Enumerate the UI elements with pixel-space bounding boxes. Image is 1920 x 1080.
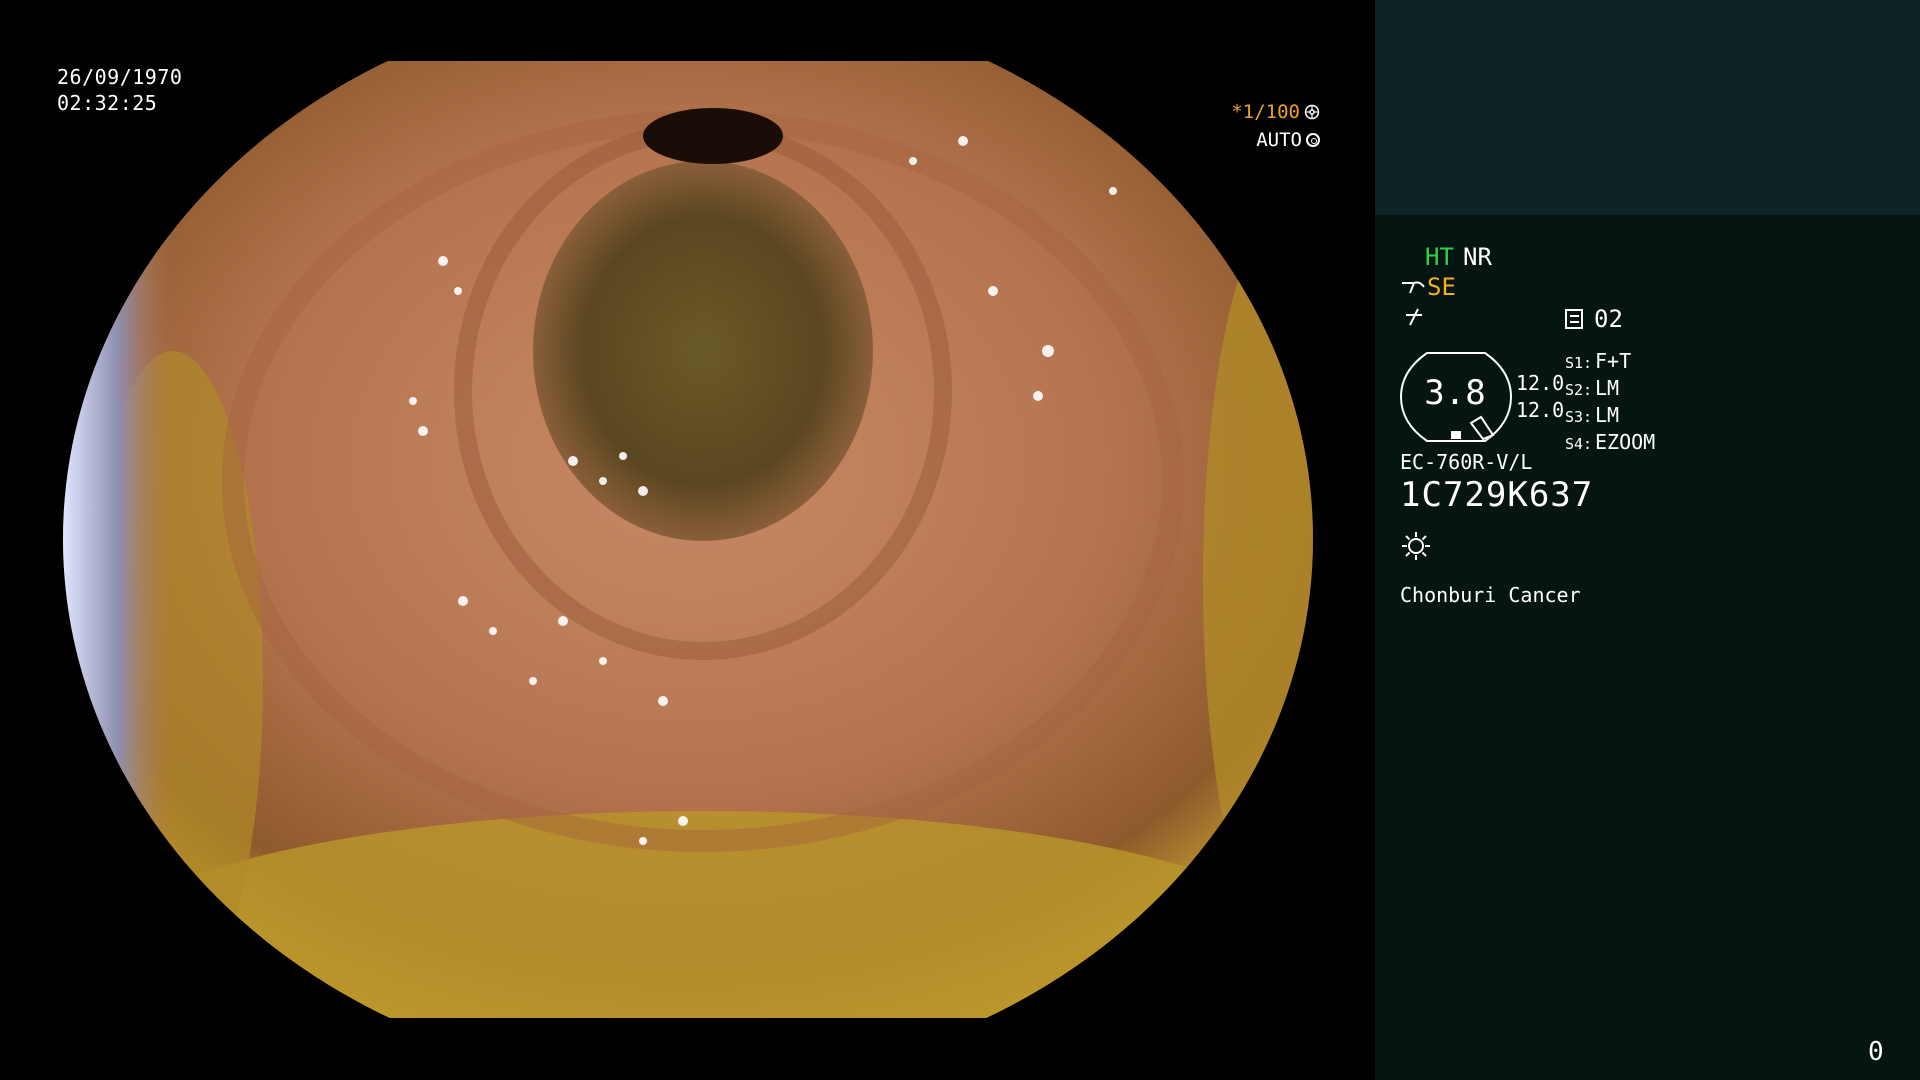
ring-icon xyxy=(1306,133,1320,147)
switch-row: S4: EZOOM xyxy=(1565,430,1655,457)
switch-key: S3: xyxy=(1565,408,1593,426)
shutter-speed-label: *1/100 xyxy=(1231,101,1300,123)
switch-list: S1: F+T S2: LM S3: LM S4: EZOOM xyxy=(1565,349,1655,457)
switch-key: S2: xyxy=(1565,381,1593,399)
exposure-value-2: 12.0 xyxy=(1516,398,1565,422)
shutter-mode-label: AUTO xyxy=(1256,129,1302,151)
switch-row: S1: F+T xyxy=(1565,349,1655,376)
light-icon xyxy=(1402,532,1430,560)
ht-indicator: HT xyxy=(1425,243,1454,271)
scope-tip-icon xyxy=(1402,281,1425,294)
switch-key: S1: xyxy=(1565,354,1593,372)
serial-number: 1C729K637 xyxy=(1400,475,1594,515)
magnification-value: 3.8 xyxy=(1424,373,1486,413)
switch-value: LM xyxy=(1595,403,1620,427)
nr-indicator: NR xyxy=(1463,243,1492,271)
side-panel-header xyxy=(1375,0,1920,215)
colon-lumen-image xyxy=(63,61,1313,1018)
switch-value: EZOOM xyxy=(1595,430,1656,454)
datetime-display: 26/09/1970 02:32:25 xyxy=(57,64,182,116)
switch-value: F+T xyxy=(1595,349,1632,373)
date-label: 26/09/1970 xyxy=(57,65,183,89)
endoscopic-image xyxy=(63,61,1313,1018)
disk-icon xyxy=(1565,309,1583,329)
time-label: 02:32:25 xyxy=(57,91,158,115)
shutter-speed-row: *1/100 xyxy=(1200,98,1320,126)
hospital-name: Chonburi Cancer xyxy=(1400,583,1581,607)
switch-row: S2: LM xyxy=(1565,376,1655,403)
scope-model: EC-760R-V/L xyxy=(1400,450,1533,474)
enhance-icon xyxy=(1406,308,1422,326)
switch-value: LM xyxy=(1595,376,1620,400)
disk-number: 02 xyxy=(1594,305,1623,333)
shutter-info: *1/100 AUTO xyxy=(1200,98,1320,154)
image-counter: 0 xyxy=(1868,1037,1884,1067)
endoscopy-screen: 26/09/1970 02:32:25 *1/100 AUTO HT NR SE xyxy=(0,0,1920,1080)
gear-icon xyxy=(1304,104,1320,120)
switch-row: S3: LM xyxy=(1565,403,1655,430)
shutter-mode-row: AUTO xyxy=(1200,126,1320,154)
se-indicator: SE xyxy=(1427,273,1456,301)
switch-key: S4: xyxy=(1565,435,1593,453)
side-info-panel: HT NR SE 02 3.8 12.0 12.0 S1: F+T S2: LM xyxy=(1375,215,1920,1080)
exposure-value-1: 12.0 xyxy=(1516,371,1565,395)
